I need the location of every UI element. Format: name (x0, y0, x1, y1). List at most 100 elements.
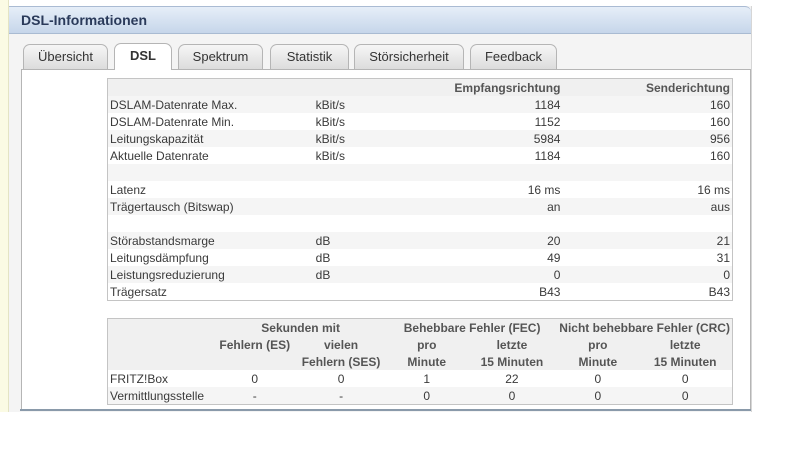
header-es: Fehlern (ES) (219, 337, 291, 352)
row-crc-15: 0 (681, 371, 689, 386)
row-crc-15: 0 (681, 388, 689, 403)
table-row: DSLAM-Datenrate Min. kBit/s 1152 160 (107, 113, 733, 130)
row-ses: 0 (337, 371, 345, 386)
row-empfang: an (547, 199, 561, 214)
errors-subheader-row-1: Fehlern (ES) vielen pro letzte pro letzt… (107, 336, 733, 353)
row-unit (314, 283, 453, 301)
row-sende: 21 (716, 233, 730, 248)
row-sende (562, 215, 732, 232)
header-crc-15-1: letzte (669, 337, 701, 352)
left-strip (0, 0, 9, 412)
table-row: Störabstandsmarge dB 20 21 (107, 232, 733, 249)
header-unit (314, 79, 453, 97)
row-sende: 31 (716, 250, 730, 265)
row-unit: kBit/s (315, 97, 345, 112)
row-sende: aus (710, 199, 730, 214)
errors-table: Sekunden mit Behebbare Fehler (FEC) Nich… (107, 318, 733, 405)
row-es: - (252, 388, 257, 403)
tab-uebersicht[interactable]: Übersicht (23, 44, 108, 69)
rates-header-row: Empfangsrichtung Senderichtung (107, 78, 733, 97)
row-label: Leistungsreduzierung (110, 267, 225, 282)
row-unit: dB (315, 267, 331, 282)
header-crc-min-2: Minute (578, 354, 618, 369)
row-unit: dB (315, 250, 331, 265)
header-label (108, 79, 314, 97)
tab-feedback[interactable]: Feedback (470, 44, 557, 69)
row-sende (562, 164, 732, 181)
row-empfang: 1152 (534, 114, 561, 129)
row-unit: kBit/s (315, 131, 345, 146)
header-crc-15-2: 15 Minuten (653, 354, 717, 369)
row-fec-15: 0 (508, 388, 516, 403)
row-sende: 0 (723, 267, 730, 282)
header-sende: Senderichtung (645, 80, 730, 95)
row-empfang: B43 (539, 284, 561, 299)
tab-stoersicherheit[interactable]: Störsicherheit (354, 44, 464, 69)
row-label: Trägersatz (110, 284, 167, 299)
row-crc-min: 0 (594, 371, 602, 386)
header-fec-15-1: letzte (496, 337, 528, 352)
errors-group-header-row: Sekunden mit Behebbare Fehler (FEC) Nich… (107, 318, 733, 336)
row-label: Latenz (110, 182, 147, 197)
row-label: Aktuelle Datenrate (110, 148, 209, 163)
tab-spektrum[interactable]: Spektrum (178, 44, 263, 69)
table-row: Latenz 16 ms 16 ms (107, 181, 733, 198)
table-row: Leitungsdämpfung dB 49 31 (107, 249, 733, 266)
table-row: Vermittlungsstelle - - 0 0 0 0 (107, 387, 733, 405)
row-label: Leitungsdämpfung (110, 250, 209, 265)
table-row-spacer (107, 215, 733, 232)
row-sende: 160 (709, 97, 730, 112)
row-label: DSLAM-Datenrate Max. (110, 97, 238, 112)
header-empfang: Empfangsrichtung (454, 80, 561, 95)
row-empfang: 0 (553, 267, 561, 282)
row-fec-min: 1 (423, 371, 431, 386)
row-label: Leitungskapazität (110, 131, 204, 146)
row-label (108, 215, 314, 232)
row-label: FRITZ!Box (110, 371, 169, 386)
header-crc-min-1: pro (588, 337, 608, 352)
row-es: 0 (251, 371, 259, 386)
row-ses: - (339, 388, 344, 403)
header-ses-1: vielen (324, 337, 359, 352)
row-empfang: 49 (547, 250, 561, 265)
row-unit (314, 181, 453, 198)
table-row: Trägertausch (Bitswap) an aus (107, 198, 733, 215)
table-row: Trägersatz B43 B43 (107, 283, 733, 301)
row-label: Trägertausch (Bitswap) (110, 199, 234, 214)
row-unit: kBit/s (315, 114, 345, 129)
row-empfang: 1184 (534, 97, 561, 112)
row-empfang: 20 (547, 233, 561, 248)
tab-content: Empfangsrichtung Senderichtung DSLAM-Dat… (21, 69, 751, 411)
row-unit (314, 215, 453, 232)
header-fec: Behebbare Fehler (FEC) (403, 320, 541, 335)
row-unit: dB (315, 233, 331, 248)
header-fec-15-2: 15 Minuten (480, 354, 544, 369)
page-title: DSL-Informationen (21, 12, 147, 28)
row-fec-15: 22 (505, 371, 519, 386)
row-empfang (452, 215, 562, 232)
table-row: FRITZ!Box 0 0 1 22 0 0 (107, 370, 733, 387)
bottom-divider (20, 409, 751, 411)
row-sende: 160 (709, 114, 730, 129)
row-empfang (452, 164, 562, 181)
row-label (108, 164, 314, 181)
row-unit: kBit/s (315, 148, 345, 163)
row-label: DSLAM-Datenrate Min. (110, 114, 235, 129)
title-bar: DSL-Informationen (9, 6, 751, 34)
table-row: DSLAM-Datenrate Max. kBit/s 1184 160 (107, 96, 733, 113)
table-row: Leitungskapazität kBit/s 5984 956 (107, 130, 733, 147)
rates-table: Empfangsrichtung Senderichtung DSLAM-Dat… (107, 78, 733, 301)
tab-dsl[interactable]: DSL (114, 43, 172, 70)
row-empfang: 1184 (534, 148, 561, 163)
row-empfang: 16 ms (527, 182, 561, 197)
row-label: Störabstandsmarge (110, 233, 215, 248)
main-panel: DSL-Informationen Übersicht DSL Spektrum… (9, 6, 752, 412)
row-sende: 16 ms (697, 182, 730, 197)
tab-statistik[interactable]: Statistik (270, 44, 349, 69)
row-unit (314, 164, 453, 181)
header-ses-2: Fehlern (SES) (301, 354, 381, 369)
header-sekunden: Sekunden mit (261, 320, 340, 335)
row-label: Vermittlungsstelle (110, 388, 205, 403)
header-fec-min-1: pro (417, 337, 437, 352)
row-crc-min: 0 (594, 388, 602, 403)
